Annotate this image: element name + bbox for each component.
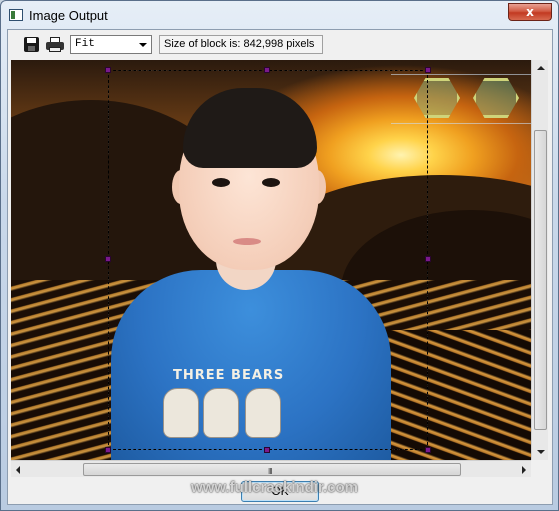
window-title: Image Output [29,8,108,23]
horizontal-scroll-thumb[interactable]: III [83,463,461,476]
scroll-up-button[interactable] [532,60,549,77]
title-bar[interactable]: Image Output x [1,1,558,29]
arrow-left-icon [16,466,20,474]
image-output-window: Image Output x Fit Size of block is: 842… [0,0,559,511]
resize-handle-left[interactable] [105,256,111,262]
resize-handle-top-left[interactable] [105,67,111,73]
resize-handle-top-right[interactable] [425,67,431,73]
scroll-left-button[interactable] [11,461,28,478]
vertical-scrollbar[interactable] [531,60,548,460]
grip-icon: III [268,467,273,476]
scroll-down-button[interactable] [532,443,549,460]
vertical-scroll-thumb[interactable] [534,130,547,430]
arrow-down-icon [537,450,545,454]
selection-rectangle[interactable] [105,67,431,453]
arrow-up-icon [537,66,545,70]
image-view[interactable]: THREE BEARS [11,60,531,460]
chevron-down-icon [139,43,147,47]
app-icon [9,9,23,21]
resize-handle-bottom-left[interactable] [105,447,111,453]
client-area: Fit Size of block is: 842,998 pixels THR… [7,29,553,505]
close-icon: x [526,5,534,19]
toolbar: Fit Size of block is: 842,998 pixels [8,30,552,58]
resize-handle-bottom-right[interactable] [425,447,431,453]
watermark-text: www.fullcrackindir.com [191,479,358,496]
resize-handle-top[interactable] [264,67,270,73]
close-button[interactable]: x [508,3,552,21]
scroll-right-button[interactable] [514,461,531,478]
resize-handle-right[interactable] [425,256,431,262]
zoom-select[interactable]: Fit [70,35,152,54]
zoom-value: Fit [75,38,95,50]
resize-handle-bottom[interactable] [264,447,270,453]
print-icon[interactable] [46,37,64,52]
horizontal-scrollbar[interactable]: III [11,460,531,477]
block-size-status: Size of block is: 842,998 pixels [159,35,323,54]
save-icon[interactable] [24,37,39,52]
arrow-right-icon [522,466,526,474]
